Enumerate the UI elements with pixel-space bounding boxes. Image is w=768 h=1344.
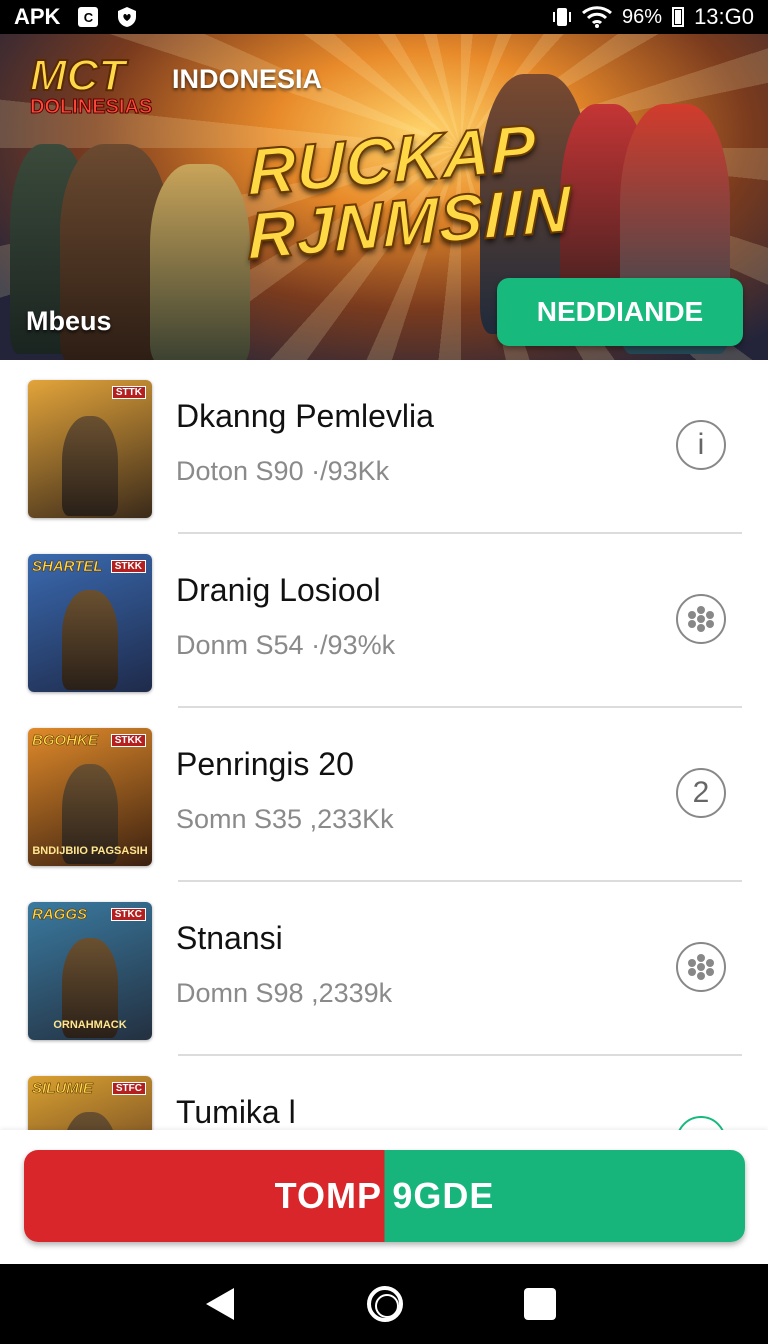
thumbnail-caption: ORNAHMACK	[53, 1019, 127, 1031]
banner-cta-button[interactable]: NEDDIANDE	[497, 278, 743, 346]
vibrate-icon	[553, 8, 572, 26]
logo-line-1: MCT	[29, 51, 126, 100]
info-icon[interactable]: i	[676, 420, 726, 470]
list-item[interactable]: BGOHKE STKK BNDIJBIIO PAGSASIH Penringis 20…	[0, 708, 768, 882]
thumbnail-character	[62, 416, 118, 516]
wifi-icon	[582, 6, 613, 28]
banner-title: RUCKAP RJNMSIIN	[247, 109, 572, 274]
battery-icon	[672, 7, 685, 27]
notification-icon: C	[78, 7, 99, 27]
action-icon-text: i	[697, 428, 705, 461]
thumbnail-tag: STKC	[110, 908, 146, 921]
thumbnail-tag: STTK	[111, 386, 146, 399]
thumbnail-tag: STKK	[110, 560, 146, 573]
battery-percent: 96%	[622, 5, 663, 28]
banner-character	[150, 164, 250, 360]
back-icon[interactable]	[206, 1288, 234, 1320]
thumbnail-title: BGOHKE	[32, 732, 98, 750]
list-item-subtitle: Doton S90 ·/93Kk	[176, 456, 390, 486]
bottom-action-area: TOMP 9GDE	[0, 1130, 768, 1264]
game-thumbnail[interactable]: RAGGS STKC ORNAHMACK	[28, 902, 152, 1040]
hero-banner[interactable]: MCT DOLINESIAS INDONESIA RUCKAP RJNMSIIN…	[0, 34, 768, 360]
list-item[interactable]: RAGGS STKC ORNAHMACK Stnansi Domn S98 ,2339k	[0, 882, 768, 1056]
circle-icon[interactable]	[676, 1116, 726, 1130]
primary-cta-button[interactable]: TOMP 9GDE	[24, 1150, 745, 1242]
game-thumbnail[interactable]: STTK	[28, 380, 152, 518]
list-item-title: Tumika l	[176, 1094, 296, 1130]
status-app-label: APK	[14, 4, 61, 29]
list-item-title: Stnansi	[176, 920, 283, 956]
list-item-title: Penringis 20	[176, 746, 354, 782]
clock: 13:G0	[694, 4, 754, 29]
thumbnail-caption: BNDIJBIIO PAGSASIH	[32, 845, 148, 857]
status-bar: APK C 96% 13:G0	[0, 0, 768, 34]
list-item-subtitle: Somn S35 ,233Kk	[176, 804, 394, 834]
game-thumbnail[interactable]: SILUMIE STFC	[28, 1076, 152, 1130]
game-thumbnail[interactable]: SHARTEL STKK	[28, 554, 152, 692]
list-item-title: Dranig Losiool	[176, 572, 381, 608]
thumbnail-tag: STKK	[110, 734, 146, 747]
dots-cluster-icon[interactable]	[676, 594, 726, 644]
banner-country: INDONESIA	[172, 64, 323, 94]
thumbnail-character	[62, 590, 118, 690]
logo-line-2: DOLINESIAS	[30, 96, 153, 119]
list-item[interactable]: SILUMIE STFC Tumika l	[0, 1056, 768, 1130]
dots-cluster-icon[interactable]	[676, 942, 726, 992]
list-item-title: Dkanng Pemlevlia	[176, 398, 434, 434]
thumbnail-title: SILUMIE	[32, 1080, 93, 1098]
list-item[interactable]: STTK Dkanng Pemlevlia Doton S90 ·/93Kk i	[0, 360, 768, 534]
number-icon[interactable]: 2	[676, 768, 726, 818]
thumbnail-tag: STFC	[111, 1082, 146, 1095]
thumbnail-title: SHARTEL	[32, 558, 103, 576]
brand-logo: MCT DOLINESIAS	[29, 51, 156, 126]
recents-icon[interactable]	[524, 1288, 556, 1320]
action-icon-text: 2	[692, 776, 710, 809]
shield-heart-icon	[118, 7, 137, 27]
list-item-subtitle: Donm S54 ·/93%k	[176, 630, 396, 660]
banner-subtitle: Mbeus	[26, 306, 112, 336]
list-item[interactable]: SHARTEL STKK Dranig Losiool Donm S54 ·/93%k	[0, 534, 768, 708]
thumbnail-title: RAGGS	[32, 906, 88, 924]
list-item-subtitle: Domn S98 ,2339k	[176, 978, 393, 1008]
home-icon[interactable]	[367, 1286, 403, 1322]
game-thumbnail[interactable]: BGOHKE STKK BNDIJBIIO PAGSASIH	[28, 728, 152, 866]
game-list[interactable]: STTK Dkanng Pemlevlia Doton S90 ·/93Kk i SHA…	[0, 360, 768, 1130]
system-nav-bar	[0, 1264, 768, 1344]
thumbnail-character	[62, 1112, 118, 1130]
